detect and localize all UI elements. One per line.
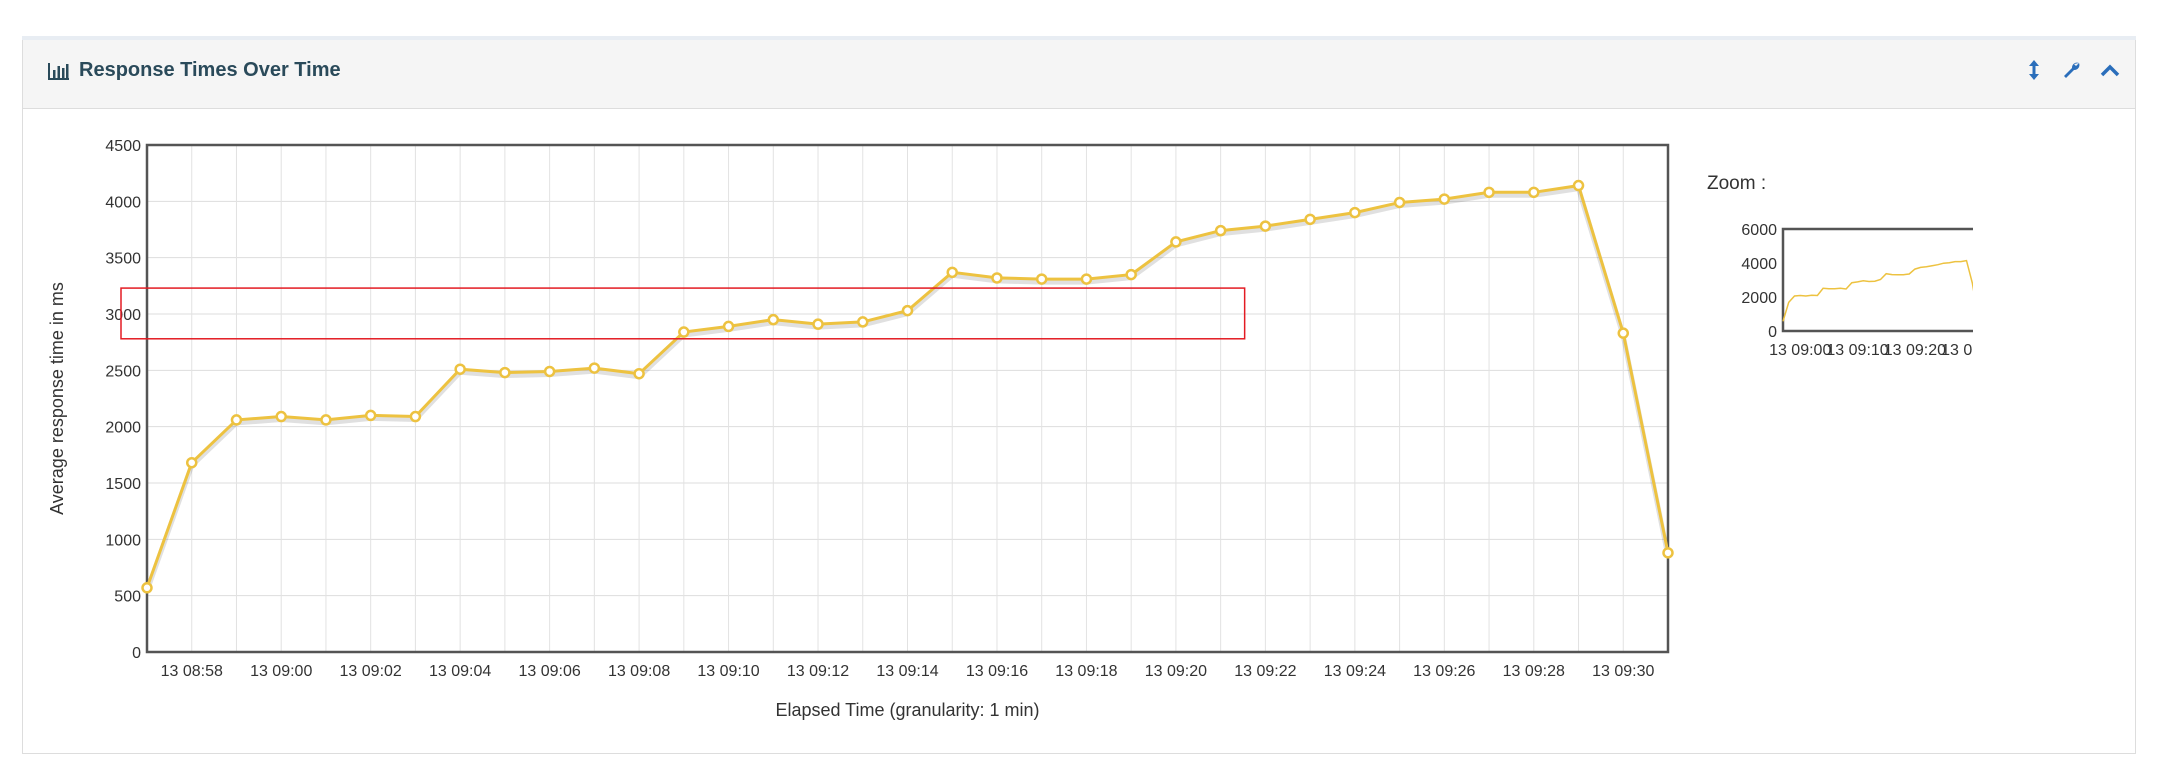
data-point [767, 313, 780, 326]
zoom-label: Zoom : [1707, 173, 1767, 194]
data-point [1170, 236, 1182, 248]
bar-chart-icon [48, 62, 69, 80]
data-point [1259, 220, 1272, 232]
data-point [543, 365, 556, 378]
x-tick-label: 13 09:30 [1592, 663, 1654, 680]
data-point [1125, 268, 1137, 281]
x-tick-label: 13 09:06 [518, 663, 580, 680]
data-point [1572, 179, 1585, 192]
data-point [1393, 196, 1406, 209]
chevron-up-icon[interactable] [2099, 58, 2121, 82]
main-chart[interactable]: 0 500 1000 1500 2000 2500 3000 3500 4000 4500 13 0… [23, 109, 1713, 749]
data-point [275, 410, 287, 423]
data-point [454, 363, 466, 375]
data-point [1304, 213, 1316, 226]
zoom-y-tick-label: 2000 [1741, 290, 1777, 307]
data-point [499, 366, 511, 379]
data-point [1617, 327, 1630, 339]
x-tick-label: 13 09:16 [966, 663, 1028, 680]
zoom-y-tick-label: 4000 [1741, 256, 1777, 273]
data-point [185, 456, 198, 469]
zoom-chart[interactable]: 0 2000 4000 6000 13 09:0013 09:1013 09:2013 … [1713, 209, 1973, 369]
panel-heading: Response Times Over Time [23, 40, 2135, 109]
data-point [1438, 193, 1451, 205]
data-point [1662, 547, 1674, 559]
zoom-x-tick-label: 13 09:10 [1826, 342, 1888, 359]
y-tick-label: 1500 [105, 476, 141, 493]
x-tick-label: 13 09:24 [1324, 663, 1386, 680]
x-tick-label: 13 09:08 [608, 663, 670, 680]
x-tick-label: 13 09:00 [250, 663, 312, 680]
zoom-series-line [1782, 259, 1973, 322]
panel-body: 0 500 1000 1500 2000 2500 3000 3500 4000 4500 13 0… [23, 109, 2135, 753]
y-tick-label: 0 [132, 645, 141, 662]
data-point [141, 582, 153, 594]
data-point [409, 410, 422, 423]
data-point [991, 272, 1003, 284]
y-tick-label: 2500 [105, 363, 141, 380]
zoom-x-tick-label: 13 09:20 [1884, 342, 1946, 359]
panel-title: Response Times Over Time [47, 59, 341, 82]
zoom-y-tick-label: 0 [1768, 324, 1777, 341]
x-tick-label: 13 09:14 [876, 663, 938, 680]
x-tick-label: 13 09:26 [1413, 663, 1475, 680]
x-tick-label: 13 08:58 [161, 663, 223, 680]
data-point [722, 320, 735, 333]
y-tick-label: 4500 [105, 138, 141, 155]
data-point [633, 367, 645, 380]
x-tick-label: 13 09:12 [787, 663, 849, 680]
data-point [230, 414, 243, 426]
x-tick-label: 13 09:18 [1055, 663, 1117, 680]
zoom-x-tick-label: 13 09:30 [1941, 342, 1973, 359]
x-tick-label: 13 09:02 [340, 663, 402, 680]
data-point [1483, 186, 1495, 199]
zoom-x-tick-label: 13 09:00 [1769, 342, 1831, 359]
data-point [857, 316, 869, 328]
data-point [1349, 206, 1361, 219]
x-axis-title: Elapsed Time (granularity: 1 min) [775, 700, 1039, 720]
y-tick-label: 500 [114, 589, 141, 606]
data-point [1080, 273, 1093, 285]
x-tick-label: 13 09:20 [1145, 663, 1207, 680]
data-point [1528, 186, 1540, 199]
x-tick-label: 13 09:28 [1503, 663, 1565, 680]
x-tick-label: 13 09:10 [697, 663, 759, 680]
panel-title-text: Response Times Over Time [79, 59, 341, 81]
data-point [901, 304, 914, 317]
panel-tools [2023, 58, 2121, 82]
y-tick-label: 1000 [105, 532, 141, 549]
y-tick-label: 3500 [105, 251, 141, 268]
data-point [364, 409, 377, 422]
y-axis-title: Average response time in ms [47, 282, 67, 515]
data-point [1214, 224, 1227, 237]
data-point [812, 318, 824, 330]
data-point [320, 414, 332, 426]
response-times-panel: Response Times Over Time 0 500 1000 1500 200… [22, 40, 2136, 754]
y-tick-label: 3000 [105, 307, 141, 324]
zoom-y-tick-label: 6000 [1741, 222, 1777, 239]
data-point [678, 326, 690, 338]
y-tick-label: 4000 [105, 194, 141, 211]
wrench-icon[interactable] [2061, 58, 2083, 82]
y-tick-label: 2000 [105, 420, 141, 437]
data-point [946, 266, 958, 279]
data-point [1035, 273, 1048, 285]
resize-vertical-icon[interactable] [2023, 58, 2045, 82]
data-point [588, 362, 601, 374]
x-tick-label: 13 09:22 [1234, 663, 1296, 680]
x-tick-label: 13 09:04 [429, 663, 491, 680]
